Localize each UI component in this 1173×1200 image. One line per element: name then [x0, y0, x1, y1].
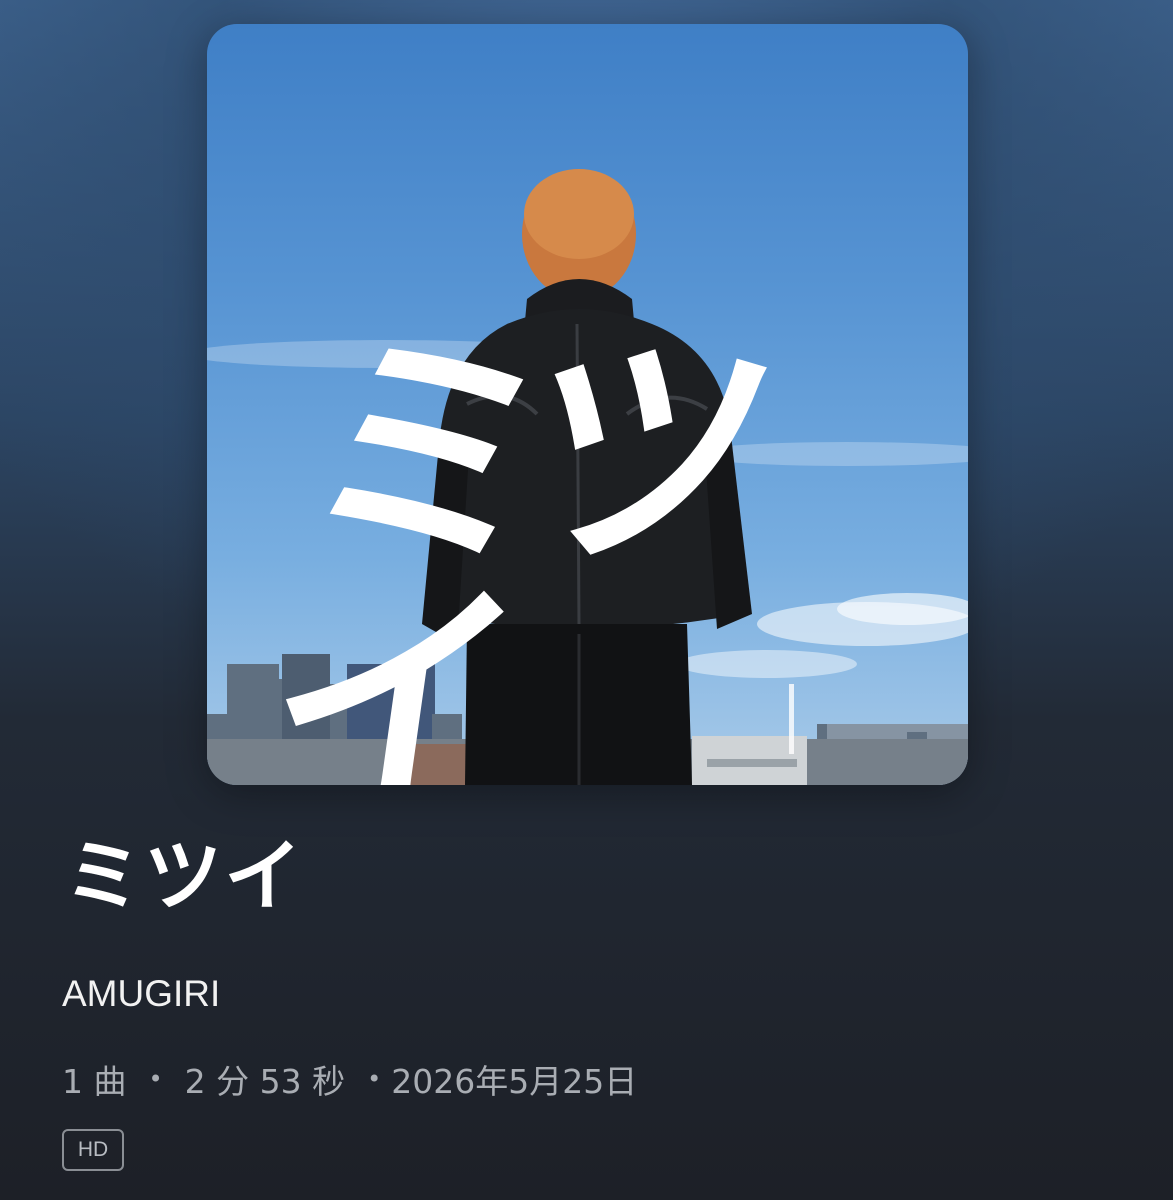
- release-date: 2026年5月25日: [391, 1062, 638, 1101]
- meta-separator: •: [148, 1065, 163, 1093]
- cover-title-text: ミツイ: [248, 307, 766, 785]
- album-cover[interactable]: ミツイ: [207, 24, 968, 785]
- album-meta: 1 曲 • 2 分 53 秒 • 2026年5月25日: [62, 1055, 637, 1103]
- album-duration: 2 分 53 秒: [184, 1062, 346, 1101]
- album-title: ミツイ: [64, 832, 305, 922]
- meta-separator: •: [367, 1065, 382, 1093]
- track-count: 1 曲: [62, 1062, 127, 1101]
- artist-name[interactable]: AMUGIRI: [62, 973, 220, 1015]
- hd-quality-badge: HD: [62, 1129, 124, 1171]
